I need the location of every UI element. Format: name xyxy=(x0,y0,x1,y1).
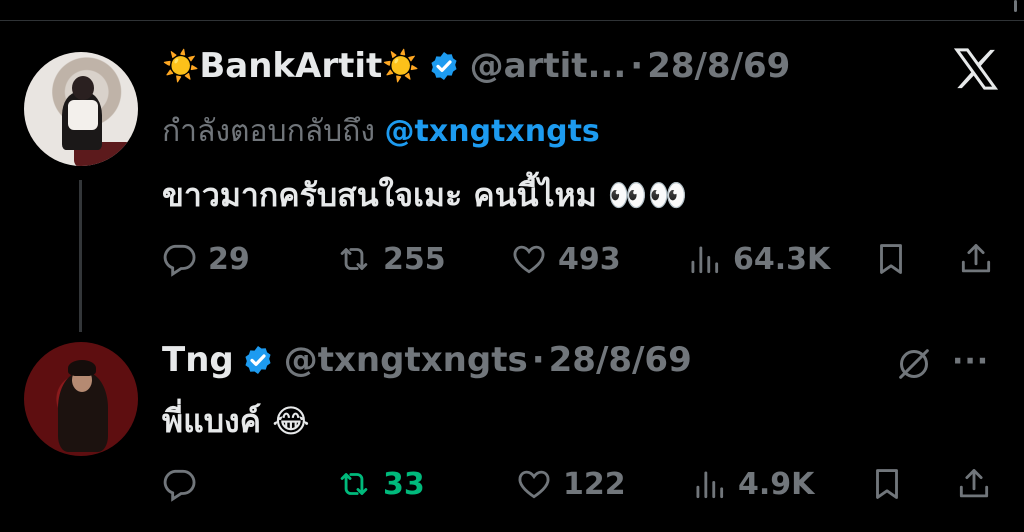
verified-badge-icon xyxy=(431,52,457,80)
like-count: 493 xyxy=(558,241,621,277)
share-button[interactable] xyxy=(957,237,995,281)
tweet-header: ☀️ BankArtit ☀️ @artit... · 28/8/69 xyxy=(162,46,790,86)
repost-button[interactable]: 33 xyxy=(335,462,425,506)
grok-icon[interactable] xyxy=(894,344,934,384)
analytics-icon xyxy=(696,471,724,499)
tweet-text-body: ขาวมากครับสนใจเมะ คนนี้ไหม xyxy=(162,176,597,214)
display-name[interactable]: BankArtit xyxy=(199,46,382,86)
thread-line xyxy=(79,180,82,332)
sun-emoji: ☀️ xyxy=(162,48,200,84)
more-icon[interactable]: ··· xyxy=(952,344,998,379)
laughing-emoji: 😂 xyxy=(272,402,310,440)
reply-button[interactable] xyxy=(160,462,208,506)
tweet-text: พี่แบงค์ 😂 xyxy=(162,396,310,447)
tweet-text-body: พี่แบงค์ xyxy=(162,402,262,440)
timestamp[interactable]: 28/8/69 xyxy=(647,46,790,86)
display-name[interactable]: Tng xyxy=(162,340,234,380)
views-button[interactable]: 64.3K xyxy=(685,237,830,281)
tweet-header: Tng @txngtxngts · 28/8/69 xyxy=(162,340,692,380)
avatar[interactable] xyxy=(24,342,138,456)
action-bar: 33 122 4.9K xyxy=(160,462,1000,506)
top-divider xyxy=(0,20,1024,21)
verified-badge-icon xyxy=(245,346,271,374)
replying-to-line: กำลังตอบกลับถึง @txngtxngts xyxy=(162,108,600,155)
x-logo-icon[interactable] xyxy=(953,48,999,90)
bookmark-icon xyxy=(880,244,902,274)
repost-button[interactable]: 255 xyxy=(335,237,446,281)
handle[interactable]: @txngtxngts xyxy=(284,340,528,380)
views-count: 4.9K xyxy=(738,466,815,502)
scrollbar[interactable] xyxy=(1014,0,1017,12)
reply-icon xyxy=(163,244,196,277)
repost-icon xyxy=(340,473,368,495)
separator-dot: · xyxy=(531,340,545,380)
replying-label: กำลังตอบกลับถึง xyxy=(162,114,375,149)
action-bar: 29 255 493 64.3K xyxy=(160,237,1000,281)
bookmark-icon xyxy=(876,469,898,499)
mention-link[interactable]: @txngtxngts xyxy=(385,114,600,149)
repost-count: 33 xyxy=(383,466,425,502)
separator-dot: · xyxy=(630,46,644,86)
like-button[interactable]: 122 xyxy=(515,462,626,506)
avatar[interactable] xyxy=(24,52,138,166)
analytics-icon xyxy=(691,246,719,274)
reply-button[interactable]: 29 xyxy=(160,237,250,281)
sun-emoji: ☀️ xyxy=(382,48,420,84)
timestamp[interactable]: 28/8/69 xyxy=(549,340,692,380)
repost-count: 255 xyxy=(383,241,446,277)
share-icon xyxy=(959,469,989,498)
reply-count: 29 xyxy=(208,241,250,277)
heart-icon xyxy=(518,470,550,499)
bookmark-button[interactable] xyxy=(872,237,910,281)
share-icon xyxy=(961,244,991,273)
heart-icon xyxy=(513,245,545,274)
views-count: 64.3K xyxy=(733,241,831,277)
handle[interactable]: @artit... xyxy=(470,46,627,86)
repost-icon xyxy=(340,248,368,270)
bookmark-button[interactable] xyxy=(868,462,906,506)
reply-icon xyxy=(163,469,196,502)
eyes-emoji: 👀👀 xyxy=(607,176,688,214)
tweet-text: ขาวมากครับสนใจเมะ คนนี้ไหม 👀👀 xyxy=(162,170,688,221)
views-button[interactable]: 4.9K xyxy=(690,462,814,506)
like-count: 122 xyxy=(563,466,626,502)
like-button[interactable]: 493 xyxy=(510,237,621,281)
share-button[interactable] xyxy=(955,462,993,506)
